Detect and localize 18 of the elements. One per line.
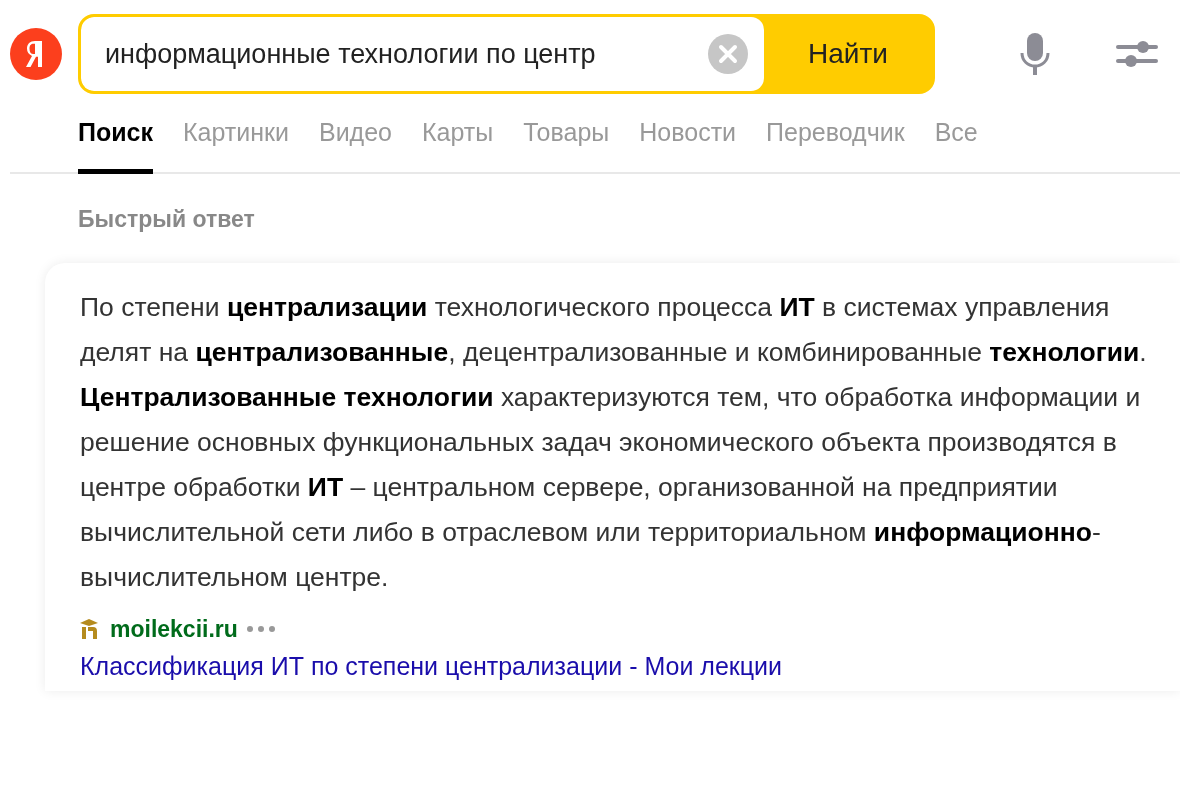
search-tab[interactable]: Карты — [422, 108, 494, 174]
more-icon[interactable] — [245, 625, 276, 633]
logo-icon[interactable] — [10, 28, 62, 80]
search-tab[interactable]: Видео — [319, 108, 393, 174]
search-tab[interactable]: Картинки — [183, 108, 289, 174]
search-tab[interactable]: Переводчик — [766, 108, 905, 174]
search-tab[interactable]: Поиск — [78, 108, 154, 174]
result-link[interactable]: Классификация ИТ по степени централизации - Мои лекции — [80, 652, 1170, 681]
microphone-icon[interactable] — [1020, 31, 1050, 77]
section-heading: Быстрый ответ — [78, 206, 256, 233]
search-tab[interactable]: Товары — [523, 108, 610, 174]
search-tab[interactable]: Все — [934, 108, 978, 174]
source-link[interactable]: moilekcii.ru — [110, 615, 238, 643]
search-field[interactable]: информационные технологии по центр — [81, 17, 764, 91]
clear-icon[interactable] — [708, 34, 748, 74]
search-tab[interactable]: Новости — [639, 108, 737, 174]
settings-icon[interactable] — [1116, 38, 1158, 70]
answer-text: По степени централизации технологического процесса ИТ в системах управления делят на централизованные, децентрализованные и комбинированные технологии. Централизованные технологии характеризуются тем, что обработка информации и решение основных функциональных задач экономического объекта производятся в центре обработки ИТ – центральном сервере, организованной на предприятии вычислительной сети либо в отраслевом или территориальном информационно-вычислительном центре. — [80, 291, 1148, 594]
